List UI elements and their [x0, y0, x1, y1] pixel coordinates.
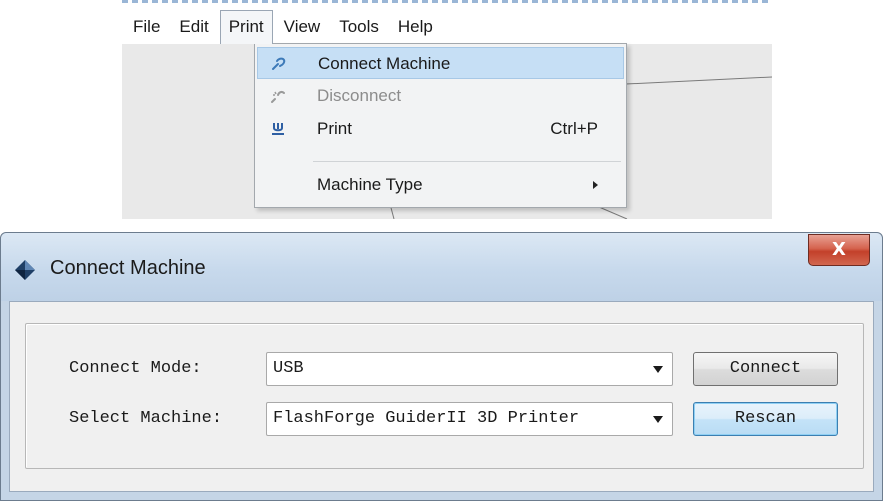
- connect-machine-dialog: Connect Machine X Connect Mode: USB Conn…: [0, 232, 883, 501]
- disconnect-icon: [269, 87, 287, 105]
- select-machine-label: Select Machine:: [69, 409, 223, 428]
- menu-item-connect-machine[interactable]: Connect Machine: [257, 47, 624, 79]
- menu-bar: File Edit Print View Tools Help: [122, 10, 772, 44]
- dialog-title: Connect Machine: [50, 257, 206, 279]
- menu-separator: [313, 161, 621, 162]
- rescan-button[interactable]: Rescan: [693, 402, 838, 436]
- select-machine-value: FlashForge GuiderII 3D Printer: [273, 409, 580, 428]
- app-window: File Edit Print View Tools Help Connect …: [122, 0, 772, 219]
- menu-help[interactable]: Help: [390, 10, 441, 44]
- menu-item-disconnect[interactable]: Disconnect: [257, 80, 624, 112]
- connect-mode-label: Connect Mode:: [69, 359, 202, 378]
- connect-mode-select[interactable]: USB: [266, 352, 673, 386]
- print-menu-dropdown: Connect Machine Disconnect Print Ctrl+P …: [254, 43, 627, 208]
- menu-tools[interactable]: Tools: [331, 10, 387, 44]
- menu-edit[interactable]: Edit: [171, 10, 216, 44]
- close-button[interactable]: X: [808, 234, 870, 266]
- select-machine-select[interactable]: FlashForge GuiderII 3D Printer: [266, 402, 673, 436]
- submenu-arrow-icon: [593, 181, 598, 189]
- connect-icon: [270, 55, 288, 73]
- menu-item-machine-type[interactable]: Machine Type: [257, 169, 624, 201]
- menu-item-label: Connect Machine: [318, 54, 451, 73]
- connect-mode-value: USB: [273, 359, 304, 378]
- close-icon: X: [832, 239, 846, 260]
- menu-file[interactable]: File: [122, 10, 168, 44]
- dropdown-arrow-icon: [653, 416, 663, 423]
- print-icon: [269, 120, 287, 138]
- menu-item-label: Disconnect: [317, 86, 402, 105]
- menu-item-print[interactable]: Print Ctrl+P: [257, 113, 624, 145]
- dropdown-arrow-icon: [653, 366, 663, 373]
- app-diamond-icon: [14, 259, 36, 286]
- menu-item-label: Machine Type: [317, 175, 423, 194]
- window-top-border: [122, 0, 772, 3]
- dialog-titlebar[interactable]: Connect Machine X: [1, 233, 882, 301]
- menu-view[interactable]: View: [276, 10, 329, 44]
- menu-print[interactable]: Print: [219, 10, 273, 44]
- connect-button[interactable]: Connect: [693, 352, 838, 386]
- menu-item-label: Print: [317, 119, 352, 138]
- dialog-client-area: Connect Mode: USB Connect Select Machine…: [9, 301, 874, 492]
- menu-item-shortcut: Ctrl+P: [550, 119, 598, 138]
- connection-group-box: Connect Mode: USB Connect Select Machine…: [25, 323, 864, 469]
